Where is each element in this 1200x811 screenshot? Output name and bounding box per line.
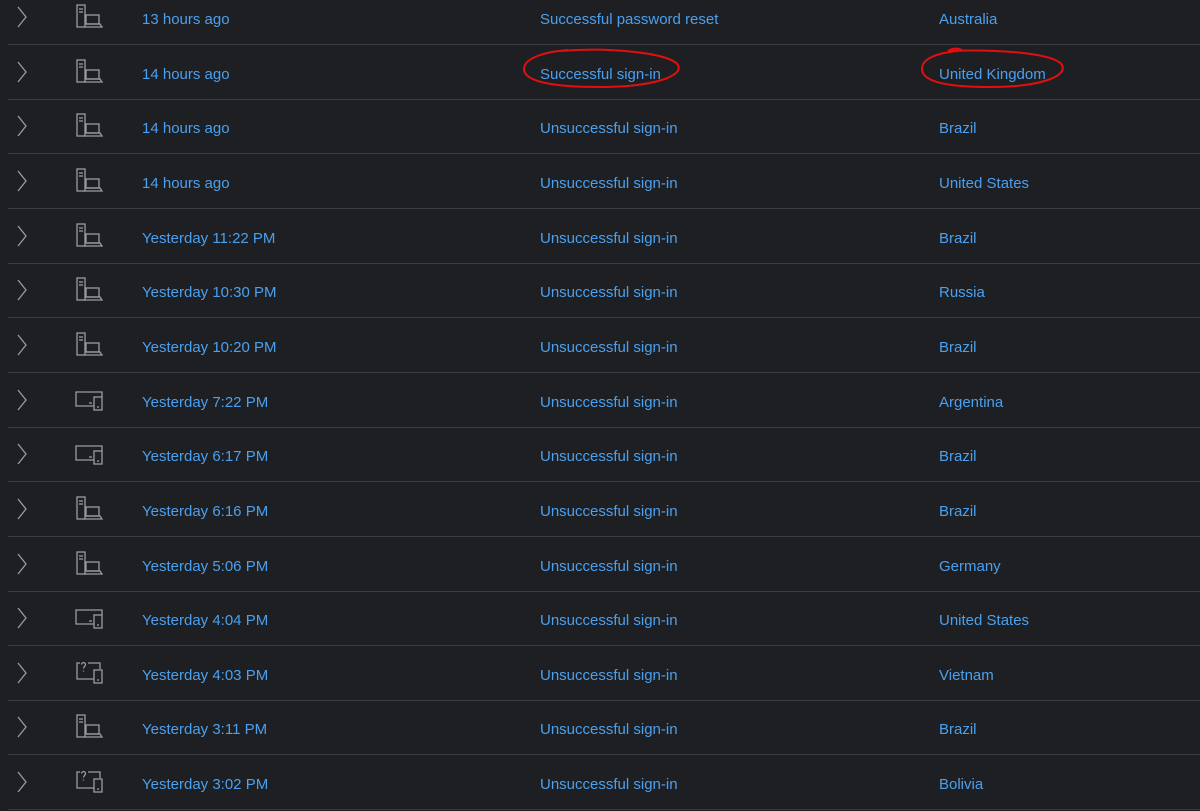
activity-location: Brazil xyxy=(939,338,977,356)
chevron-right-icon[interactable] xyxy=(14,224,30,248)
activity-row[interactable]: Yesterday 10:30 PM Unsuccessful sign-in Ru… xyxy=(8,263,1200,319)
desktop-computer-icon xyxy=(74,550,106,577)
activity-time: Yesterday 4:03 PM xyxy=(142,666,269,684)
activity-row[interactable]: 13 hours ago Successful password reset Aus… xyxy=(8,0,1200,45)
activity-location: Brazil xyxy=(939,448,977,466)
chevron-right-icon[interactable] xyxy=(14,114,30,138)
activity-type: Unsuccessful sign-in xyxy=(540,284,678,302)
activity-type: Unsuccessful sign-in xyxy=(540,120,678,138)
desktop-computer-icon xyxy=(74,113,106,139)
activity-location: Bolivia xyxy=(939,776,984,794)
desktop-computer-icon xyxy=(74,332,106,358)
unknown-device-icon xyxy=(74,660,106,686)
activity-row[interactable]: Yesterday 3:02 PM Unsuccessful sign-in Bol… xyxy=(8,755,1200,811)
chevron-right-icon[interactable] xyxy=(14,552,30,576)
activity-location: Vietnam xyxy=(939,666,994,684)
activity-location: Australia xyxy=(939,11,998,28)
activity-time: Yesterday 4:04 PM xyxy=(142,612,269,630)
tablet-phone-icon xyxy=(74,387,106,413)
activity-location: Argentina xyxy=(939,393,1004,411)
activity-time: 14 hours ago xyxy=(142,65,230,83)
activity-time: Yesterday 10:30 PM xyxy=(142,284,277,302)
chevron-right-icon[interactable] xyxy=(14,278,30,302)
chevron-right-icon[interactable] xyxy=(14,497,30,521)
activity-time: Yesterday 3:02 PM xyxy=(142,776,269,794)
activity-location: United States xyxy=(939,612,1030,630)
activity-time: 14 hours ago xyxy=(142,174,230,192)
activity-type: Unsuccessful sign-in xyxy=(540,448,678,466)
activity-row[interactable]: Yesterday 10:20 PM Unsuccessful sign-in Br… xyxy=(8,318,1200,373)
chevron-right-icon[interactable] xyxy=(14,60,30,84)
activity-location: Germany xyxy=(939,557,1001,575)
chevron-right-icon[interactable] xyxy=(14,770,30,794)
activity-location: Russia xyxy=(939,284,985,302)
activity-location: Brazil xyxy=(939,502,977,520)
chevron-right-icon[interactable] xyxy=(14,715,30,739)
chevron-right-icon[interactable] xyxy=(14,169,30,193)
activity-type: Unsuccessful sign-in xyxy=(540,612,678,630)
activity-type: Unsuccessful sign-in xyxy=(540,174,678,192)
activity-type: Successful sign-in xyxy=(540,65,661,83)
activity-row[interactable]: 14 hours ago Unsuccessful sign-in United S… xyxy=(8,154,1200,209)
activity-time: Yesterday 11:22 PM xyxy=(142,229,276,247)
desktop-computer-icon xyxy=(74,4,106,30)
activity-type: Unsuccessful sign-in xyxy=(540,338,678,356)
desktop-computer-icon xyxy=(74,496,106,522)
activity-location: Brazil xyxy=(939,721,977,739)
activity-type: Unsuccessful sign-in xyxy=(540,393,678,411)
activity-type: Unsuccessful sign-in xyxy=(540,229,678,247)
activity-location: United Kingdom xyxy=(939,65,1046,83)
activity-time: Yesterday 3:11 PM xyxy=(142,721,268,739)
activity-row[interactable]: Yesterday 6:16 PM Unsuccessful sign-in Bra… xyxy=(8,482,1200,537)
chevron-right-icon[interactable] xyxy=(14,661,30,685)
activity-time: 13 hours ago xyxy=(142,11,230,28)
activity-time: Yesterday 10:20 PM xyxy=(142,338,277,356)
desktop-computer-icon xyxy=(74,168,106,194)
desktop-computer-icon xyxy=(74,277,106,303)
activity-type: Unsuccessful sign-in xyxy=(540,721,678,739)
activity-location: United States xyxy=(939,174,1030,192)
activity-type: Successful password reset xyxy=(540,11,719,28)
activity-time: Yesterday 5:06 PM xyxy=(142,557,269,575)
desktop-computer-icon xyxy=(74,714,106,740)
recent-activity-list: 13 hours ago Successful password reset Aus… xyxy=(8,0,1200,811)
activity-row[interactable]: Yesterday 11:22 PM Unsuccessful sign-in Br… xyxy=(8,209,1200,264)
activity-location: Brazil xyxy=(939,229,977,247)
activity-type: Unsuccessful sign-in xyxy=(540,502,678,520)
activity-type: Unsuccessful sign-in xyxy=(540,557,678,575)
activity-row[interactable]: Yesterday 7:22 PM Unsuccessful sign-in Arg… xyxy=(8,373,1200,428)
chevron-right-icon[interactable] xyxy=(14,606,30,630)
tablet-phone-icon xyxy=(74,605,106,631)
unknown-device-icon xyxy=(74,769,106,795)
chevron-right-icon[interactable] xyxy=(14,333,30,357)
tablet-phone-icon xyxy=(74,441,106,467)
chevron-right-icon[interactable] xyxy=(14,388,30,412)
activity-time: Yesterday 7:22 PM xyxy=(142,393,269,411)
chevron-right-icon[interactable] xyxy=(14,5,30,29)
activity-row[interactable]: Yesterday 3:11 PM Unsuccessful sign-in Bra… xyxy=(8,700,1200,756)
activity-row[interactable]: 14 hours ago Unsuccessful sign-in Brazil xyxy=(8,99,1200,155)
activity-time: Yesterday 6:17 PM xyxy=(142,448,269,466)
activity-row[interactable]: 14 hours ago Successful sign-in United Kin… xyxy=(8,45,1200,100)
activity-type: Unsuccessful sign-in xyxy=(540,666,678,684)
activity-time: Yesterday 6:16 PM xyxy=(142,502,269,520)
activity-row[interactable]: Yesterday 6:17 PM Unsuccessful sign-in Bra… xyxy=(8,427,1200,483)
activity-time: 14 hours ago xyxy=(142,120,230,138)
activity-row[interactable]: Yesterday 4:03 PM Unsuccessful sign-in Vie… xyxy=(8,646,1200,701)
activity-row[interactable]: Yesterday 4:04 PM Unsuccessful sign-in Uni… xyxy=(8,591,1200,647)
activity-location: Brazil xyxy=(939,120,977,138)
desktop-computer-icon xyxy=(74,222,106,249)
chevron-right-icon[interactable] xyxy=(14,442,30,466)
desktop-computer-icon xyxy=(74,58,106,85)
activity-type: Unsuccessful sign-in xyxy=(540,776,678,794)
activity-row[interactable]: Yesterday 5:06 PM Unsuccessful sign-in Ger… xyxy=(8,537,1200,592)
